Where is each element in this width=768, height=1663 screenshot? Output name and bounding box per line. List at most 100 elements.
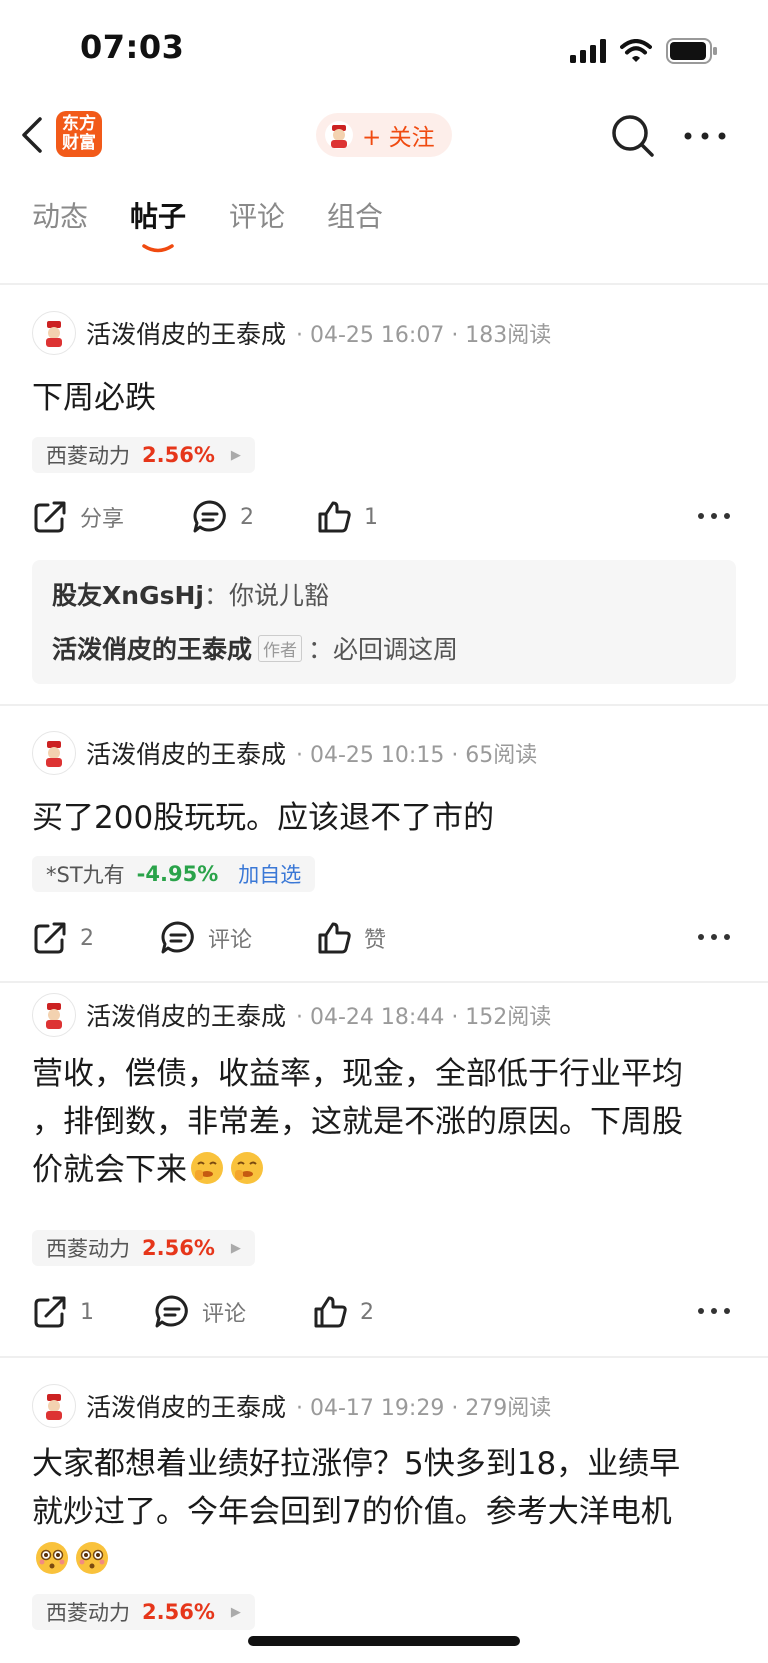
share-count: 1: [80, 1299, 94, 1325]
post-author[interactable]: 活泼俏皮的王泰成: [86, 315, 286, 351]
stock-name: 西菱动力: [46, 1601, 130, 1625]
comment-row: 活泼俏皮的王泰成 作者 ： 必回调这周: [52, 630, 458, 666]
system-icons: [570, 38, 718, 64]
post-meta: · 04-25 10:15 · 65阅读: [296, 743, 538, 768]
post-actions: 2 评论 赞: [32, 916, 736, 960]
more-options-icon[interactable]: [682, 121, 728, 151]
post-text[interactable]: 下周必跌: [32, 374, 736, 422]
like-button[interactable]: 1: [316, 495, 378, 539]
post-card[interactable]: 活泼俏皮的王泰成 · 04-25 10:15 · 65阅读 买了200股玩玩。应…: [0, 706, 768, 982]
laughing-emoji-icon: [231, 1152, 263, 1184]
post-author[interactable]: 活泼俏皮的王泰成: [86, 1388, 286, 1424]
thumbs-up-icon: [318, 922, 351, 954]
post-text[interactable]: 营收，偿债，收益率，现金，全部低于行业平均 ，排倒数，非常差，这就是不涨的原因。…: [32, 1050, 736, 1194]
share-button[interactable]: 分享: [32, 495, 124, 539]
post-actions: 1 评论 2: [32, 1290, 736, 1334]
cellular-signal-icon: [570, 39, 606, 63]
post-header: 活泼俏皮的王泰成 · 04-25 16:07 · 183阅读: [32, 311, 551, 355]
comment-text: 你说儿豁: [228, 581, 329, 610]
post-actions: 分享 2 1: [32, 495, 736, 539]
post-card[interactable]: 活泼俏皮的王泰成 · 04-17 19:29 · 279阅读 大家都想着业绩好拉…: [0, 1358, 768, 1663]
flushed-emoji-icon: [36, 1542, 68, 1574]
active-tab-indicator: [142, 244, 174, 253]
like-count: 1: [364, 504, 378, 530]
play-arrow-icon: ▶: [230, 447, 241, 463]
avatar[interactable]: [32, 311, 76, 355]
post-header: 活泼俏皮的王泰成 · 04-17 19:29 · 279阅读: [32, 1384, 551, 1428]
post-text-line: 就炒过了。今年会回到7的价值。参考大洋电机: [32, 1494, 672, 1530]
comment-icon: [161, 921, 194, 954]
user-avatar-icon: [46, 741, 62, 767]
comment-separator: ：: [203, 581, 229, 610]
follow-button[interactable]: + 关注: [316, 113, 452, 157]
post-author[interactable]: 活泼俏皮的王泰成: [86, 997, 286, 1033]
follow-label: + 关注: [362, 125, 435, 151]
post-meta: · 04-17 19:29 · 279阅读: [296, 1396, 552, 1421]
stock-name: *ST九有: [46, 863, 125, 887]
like-button[interactable]: 赞: [316, 916, 386, 960]
play-arrow-icon: ▶: [230, 1604, 241, 1620]
share-count: 2: [80, 925, 94, 951]
like-count: 2: [360, 1299, 374, 1325]
tab-posts[interactable]: 帖子: [130, 195, 186, 235]
more-options-icon[interactable]: [696, 1298, 732, 1324]
stock-tag[interactable]: 西菱动力 2.56% ▶: [32, 437, 255, 473]
tab-comments[interactable]: 评论: [229, 195, 285, 235]
post-card[interactable]: 活泼俏皮的王泰成 · 04-24 18:44 · 152阅读 营收，偿债，收益率…: [0, 983, 768, 1355]
avatar[interactable]: [32, 993, 76, 1037]
post-meta: · 04-25 16:07 · 183阅读: [296, 323, 552, 348]
stock-tag[interactable]: 西菱动力 2.56% ▶: [32, 1594, 255, 1630]
comment-icon: [193, 500, 226, 533]
play-arrow-icon: ▶: [230, 1240, 241, 1256]
share-icon: [34, 922, 66, 954]
avatar[interactable]: [32, 731, 76, 775]
share-button[interactable]: 1: [32, 1290, 94, 1334]
app-logo-text: 东方财富: [62, 114, 96, 153]
tab-dynamics[interactable]: 动态: [32, 195, 88, 235]
post-text[interactable]: 买了200股玩玩。应该退不了市的: [32, 794, 736, 842]
comment-button[interactable]: 评论: [154, 1290, 246, 1334]
post-header: 活泼俏皮的王泰成 · 04-25 10:15 · 65阅读: [32, 731, 537, 775]
comment-button[interactable]: 评论: [160, 916, 252, 960]
user-avatar-icon: [46, 1394, 62, 1420]
comment-row: 股友XnGsHj ： 你说儿豁: [52, 576, 329, 612]
comment-count: 2: [240, 504, 254, 530]
avatar[interactable]: [32, 1384, 76, 1428]
thumbs-up-icon: [314, 1296, 347, 1328]
wifi-icon: [620, 39, 652, 62]
share-icon: [34, 1296, 66, 1328]
comment-icon: [155, 1295, 188, 1328]
back-arrow-icon[interactable]: [18, 115, 48, 155]
comment-preview[interactable]: 股友XnGsHj ： 你说儿豁 活泼俏皮的王泰成 作者 ： 必回调这周: [32, 560, 736, 684]
comment-user[interactable]: 活泼俏皮的王泰成: [52, 630, 252, 666]
post-text-line: 价就会下来: [32, 1152, 187, 1188]
stock-change: -4.95%: [136, 862, 219, 886]
post-meta: · 04-24 18:44 · 152阅读: [296, 1005, 552, 1030]
post-card[interactable]: 活泼俏皮的王泰成 · 04-25 16:07 · 183阅读 下周必跌 西菱动力…: [0, 285, 768, 705]
like-button[interactable]: 2: [312, 1290, 374, 1334]
post-text[interactable]: 大家都想着业绩好拉涨停？5快多到18，业绩早 就炒过了。今年会回到7的价值。参考…: [32, 1440, 736, 1584]
comment-button[interactable]: 2: [192, 495, 254, 539]
more-options-icon[interactable]: [696, 924, 732, 950]
post-header: 活泼俏皮的王泰成 · 04-24 18:44 · 152阅读: [32, 993, 551, 1037]
status-bar: 07:03: [0, 0, 768, 100]
app-logo[interactable]: 东方财富: [56, 111, 102, 157]
share-button[interactable]: 2: [32, 916, 94, 960]
post-text-line: 大家都想着业绩好拉涨停？5快多到18，业绩早: [32, 1446, 681, 1482]
user-avatar-icon: [46, 1003, 62, 1029]
tab-portfolio[interactable]: 组合: [327, 195, 383, 235]
stock-tag[interactable]: *ST九有 -4.95% 加自选: [32, 856, 316, 892]
share-label: 分享: [80, 507, 125, 532]
comment-user[interactable]: 股友XnGsHj: [52, 576, 204, 612]
like-label: 赞: [364, 928, 387, 953]
add-watchlist-button[interactable]: 加自选: [238, 859, 301, 889]
comment-text: 必回调这周: [333, 635, 459, 664]
comment-label: 评论: [208, 928, 253, 953]
more-options-icon[interactable]: [696, 503, 732, 529]
home-indicator[interactable]: [248, 1636, 520, 1646]
post-author[interactable]: 活泼俏皮的王泰成: [86, 735, 286, 771]
stock-tag[interactable]: 西菱动力 2.56% ▶: [32, 1230, 255, 1266]
search-icon[interactable]: [610, 113, 656, 159]
emoji-line: [32, 1536, 736, 1584]
thumbs-up-icon: [318, 501, 351, 533]
